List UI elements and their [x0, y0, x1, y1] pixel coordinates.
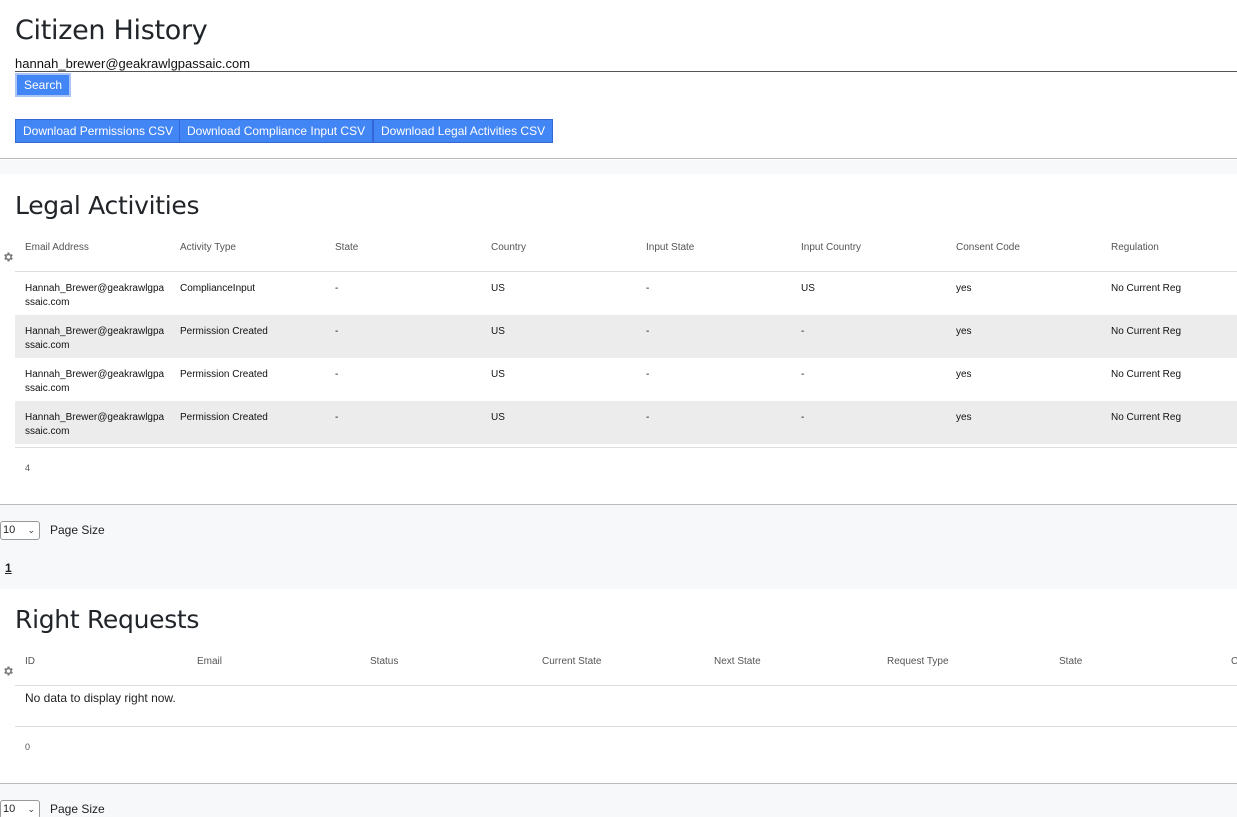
- search-button[interactable]: Search: [15, 73, 72, 97]
- page-size-value: 10: [3, 524, 16, 536]
- cell-email: Hannah_Brewer@geakrawlgpassaic.com: [25, 326, 165, 351]
- record-count: 0: [25, 742, 31, 752]
- column-header[interactable]: Request Type: [887, 656, 949, 667]
- column-header[interactable]: Input Country: [801, 242, 861, 253]
- cell-state: -: [335, 326, 339, 337]
- legal-activities-title: Legal Activities: [15, 191, 200, 220]
- column-header[interactable]: Input State: [646, 242, 694, 253]
- column-header[interactable]: Email Address: [25, 242, 89, 253]
- cell-regulation: No Current Reg: [1111, 326, 1182, 337]
- cell-country: US: [491, 412, 505, 423]
- cell-regulation: No Current Reg: [1111, 412, 1182, 423]
- cell-input-country: -: [801, 326, 805, 337]
- cell-country: US: [491, 283, 505, 294]
- column-header[interactable]: Current State: [542, 656, 601, 667]
- cell-consent-code: yes: [956, 369, 972, 380]
- right-requests-title: Right Requests: [15, 605, 200, 634]
- cell-input-state: -: [646, 326, 650, 337]
- cell-input-state: -: [646, 412, 650, 423]
- column-header[interactable]: ID: [25, 656, 35, 667]
- divider: [15, 685, 1237, 686]
- page-title: Citizen History: [15, 15, 208, 46]
- table-row: Hannah_Brewer@geakrawlgpassaic.com Permi…: [15, 401, 1237, 444]
- cell-country: US: [491, 326, 505, 337]
- gear-icon[interactable]: [2, 251, 14, 263]
- cell-email: Hannah_Brewer@geakrawlgpassaic.com: [25, 369, 165, 394]
- cell-state: -: [335, 412, 339, 423]
- page-size-label: Page Size: [50, 523, 105, 537]
- page-size-select[interactable]: 10 ⌄: [0, 800, 40, 817]
- cell-activity-type: Permission Created: [180, 369, 268, 380]
- divider: [15, 447, 1237, 448]
- column-header[interactable]: State: [335, 242, 358, 253]
- column-header[interactable]: Activity Type: [180, 242, 236, 253]
- column-header[interactable]: C: [1231, 656, 1237, 667]
- table-row: Hannah_Brewer@geakrawlgpassaic.com Compl…: [15, 272, 1237, 315]
- cell-consent-code: yes: [956, 283, 972, 294]
- page-size-label: Page Size: [50, 802, 105, 816]
- chevron-down-icon: ⌄: [27, 525, 35, 535]
- divider: [15, 726, 1237, 727]
- cell-activity-type: ComplianceInput: [180, 283, 256, 294]
- section-gap: [0, 160, 1237, 174]
- page-size-value: 10: [3, 803, 16, 815]
- divider: [0, 158, 1237, 159]
- cell-input-country: -: [801, 369, 805, 380]
- table-row: Hannah_Brewer@geakrawlgpassaic.com Permi…: [15, 358, 1237, 401]
- cell-activity-type: Permission Created: [180, 412, 268, 423]
- cell-input-country: -: [801, 412, 805, 423]
- cell-regulation: No Current Reg: [1111, 369, 1182, 380]
- cell-input-country: US: [801, 283, 815, 294]
- column-header[interactable]: Country: [491, 242, 526, 253]
- column-header[interactable]: Next State: [714, 656, 761, 667]
- pagination-bar: [0, 784, 1237, 817]
- download-compliance-input-csv-button[interactable]: Download Compliance Input CSV: [179, 119, 374, 143]
- cell-regulation: No Current Reg: [1111, 283, 1182, 294]
- record-count: 4: [25, 463, 31, 473]
- download-permissions-csv-button[interactable]: Download Permissions CSV: [15, 119, 182, 143]
- chevron-down-icon: ⌄: [27, 804, 35, 814]
- cell-country: US: [491, 369, 505, 380]
- column-header[interactable]: Regulation: [1111, 242, 1159, 253]
- column-header[interactable]: Status: [370, 656, 398, 667]
- cell-input-state: -: [646, 283, 650, 294]
- empty-state-message: No data to display right now.: [25, 691, 176, 705]
- column-header[interactable]: Email: [197, 656, 222, 667]
- cell-consent-code: yes: [956, 326, 972, 337]
- cell-email: Hannah_Brewer@geakrawlgpassaic.com: [25, 283, 165, 308]
- cell-input-state: -: [646, 369, 650, 380]
- gear-icon[interactable]: [2, 665, 14, 677]
- column-header[interactable]: Consent Code: [956, 242, 1020, 253]
- page-size-select[interactable]: 10 ⌄: [0, 521, 40, 540]
- search-input[interactable]: [15, 55, 1237, 72]
- table-row: Hannah_Brewer@geakrawlgpassaic.com Permi…: [15, 315, 1237, 358]
- download-legal-activities-csv-button[interactable]: Download Legal Activities CSV: [373, 119, 554, 143]
- cell-activity-type: Permission Created: [180, 326, 268, 337]
- page-link-current[interactable]: 1: [5, 561, 12, 575]
- cell-email: Hannah_Brewer@geakrawlgpassaic.com: [25, 412, 165, 437]
- cell-state: -: [335, 369, 339, 380]
- cell-consent-code: yes: [956, 412, 972, 423]
- pagination-bar: [0, 505, 1237, 589]
- cell-state: -: [335, 283, 339, 294]
- column-header[interactable]: State: [1059, 656, 1082, 667]
